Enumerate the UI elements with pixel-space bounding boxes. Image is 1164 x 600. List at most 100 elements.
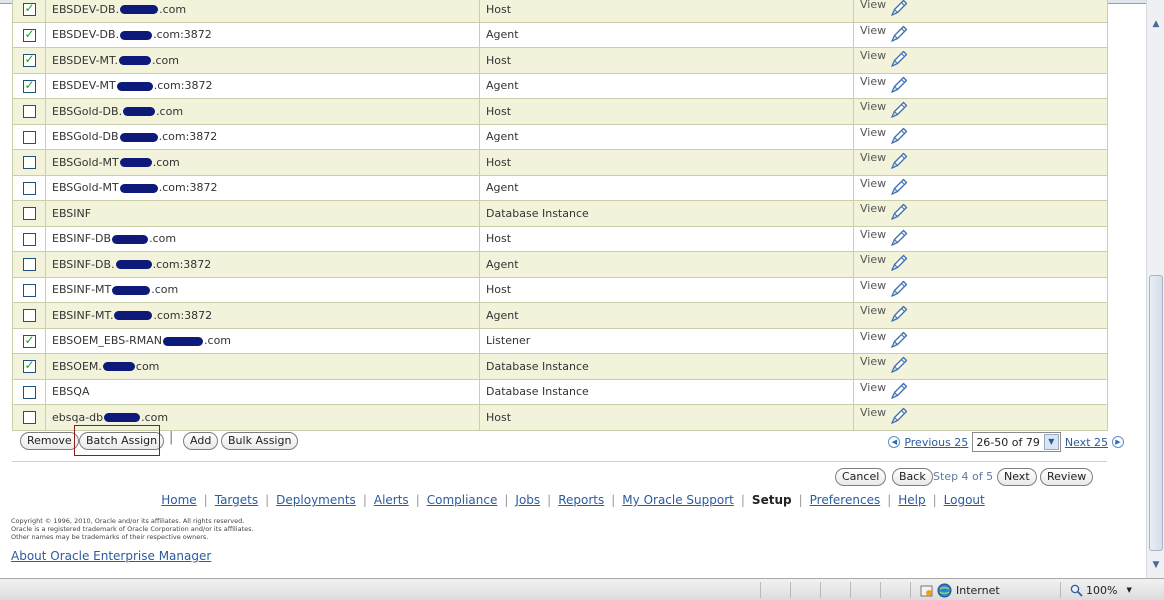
row-checkbox[interactable] bbox=[22, 358, 36, 373]
row-checkbox[interactable] bbox=[22, 385, 36, 399]
scroll-up-icon[interactable]: ▲ bbox=[1149, 17, 1163, 31]
view-link[interactable]: View bbox=[860, 151, 886, 164]
view-link[interactable]: View bbox=[860, 75, 886, 88]
view-cell: View bbox=[853, 98, 1108, 125]
row-checkbox[interactable] bbox=[22, 78, 36, 93]
scroll-thumb[interactable] bbox=[1149, 275, 1163, 551]
review-button[interactable]: Review bbox=[1040, 468, 1094, 486]
pencil-edit-icon[interactable] bbox=[886, 24, 909, 42]
pencil-edit-icon[interactable] bbox=[886, 126, 909, 144]
chevron-down-icon[interactable]: ▼ bbox=[1126, 586, 1131, 594]
row-checkbox[interactable] bbox=[22, 105, 36, 118]
previous-page-link[interactable]: Previous 25 bbox=[904, 436, 968, 449]
view-link[interactable]: View bbox=[860, 49, 886, 62]
target-name-cell: EBSDEV-MT. .com bbox=[45, 47, 480, 74]
select-cell bbox=[12, 200, 46, 227]
row-checkbox[interactable] bbox=[22, 27, 36, 42]
view-link[interactable]: View bbox=[860, 24, 886, 37]
target-name-cell: EBSGold-MT .com:3872 bbox=[45, 174, 480, 201]
bulk-assign-button[interactable]: Bulk Assign bbox=[221, 432, 299, 450]
view-link[interactable]: View bbox=[860, 279, 886, 292]
targets-table: EBSDEV-DB. .com Host View EBSDEV-DB. .com:387… bbox=[12, 0, 1108, 431]
target-name-suffix: .com:3872 bbox=[153, 308, 213, 322]
pencil-edit-icon[interactable] bbox=[886, 381, 909, 399]
row-checkbox[interactable] bbox=[22, 130, 36, 144]
row-checkbox[interactable] bbox=[22, 207, 36, 220]
view-link[interactable]: View bbox=[860, 177, 886, 190]
pencil-edit-icon[interactable] bbox=[886, 151, 909, 170]
nav-item-deployments[interactable]: Deployments bbox=[276, 493, 356, 507]
pencil-edit-icon[interactable] bbox=[886, 355, 909, 374]
pencil-edit-icon[interactable] bbox=[886, 253, 909, 272]
pencil-edit-icon[interactable] bbox=[886, 0, 909, 17]
view-link[interactable]: View bbox=[860, 381, 886, 394]
view-link[interactable]: View bbox=[860, 355, 886, 368]
pencil-edit-icon[interactable] bbox=[886, 75, 909, 93]
page-range-select[interactable]: 26-50 of 79 ▼ bbox=[972, 432, 1061, 452]
target-name-prefix: EBSGold-MT bbox=[52, 181, 119, 195]
target-type-cell: Host bbox=[479, 149, 854, 176]
row-checkbox[interactable] bbox=[22, 258, 36, 271]
view-link[interactable]: View bbox=[860, 0, 886, 11]
zoom-control[interactable]: 100% ▼ bbox=[1070, 582, 1132, 598]
table-row: EBSOEM_EBS-RMAN .com Listener View bbox=[12, 327, 1108, 354]
row-checkbox[interactable] bbox=[22, 232, 36, 246]
pencil-edit-icon[interactable] bbox=[886, 330, 909, 348]
table-row: EBSINF-MT. .com:3872 Agent View bbox=[12, 302, 1108, 329]
table-row: EBSGold-DB .com:3872 Agent View bbox=[12, 123, 1108, 150]
row-checkbox[interactable] bbox=[22, 156, 36, 169]
pencil-edit-icon[interactable] bbox=[886, 100, 909, 119]
vertical-scrollbar[interactable]: ▲ ▼ bbox=[1146, 0, 1164, 578]
nav-item-home[interactable]: Home bbox=[161, 493, 196, 507]
pencil-edit-icon[interactable] bbox=[886, 279, 909, 297]
view-link[interactable]: View bbox=[860, 228, 886, 241]
nav-item-alerts[interactable]: Alerts bbox=[374, 493, 409, 507]
view-link[interactable]: View bbox=[860, 406, 886, 419]
nav-item-reports[interactable]: Reports bbox=[558, 493, 604, 507]
chevron-down-icon[interactable]: ▼ bbox=[1043, 434, 1059, 450]
nav-item-targets[interactable]: Targets bbox=[215, 493, 258, 507]
view-link[interactable]: View bbox=[860, 304, 886, 317]
pencil-edit-icon[interactable] bbox=[886, 49, 909, 68]
pencil-edit-icon[interactable] bbox=[886, 406, 909, 425]
view-link[interactable]: View bbox=[860, 100, 886, 113]
pencil-edit-icon[interactable] bbox=[886, 228, 909, 246]
target-name-prefix: EBSINF-DB bbox=[52, 232, 112, 246]
pencil-edit-icon[interactable] bbox=[886, 177, 909, 195]
row-checkbox[interactable] bbox=[22, 333, 36, 348]
cancel-button[interactable]: Cancel bbox=[835, 468, 887, 486]
nav-item-jobs[interactable]: Jobs bbox=[515, 493, 540, 507]
redacted-text bbox=[104, 413, 141, 423]
next-button[interactable]: Next bbox=[997, 468, 1037, 486]
row-checkbox[interactable] bbox=[22, 309, 36, 322]
view-cell: View bbox=[853, 251, 1108, 278]
next-arrow-icon[interactable]: ▶ bbox=[1112, 436, 1124, 448]
nav-item-logout[interactable]: Logout bbox=[944, 493, 985, 507]
view-link[interactable]: View bbox=[860, 126, 886, 139]
row-checkbox[interactable] bbox=[22, 1, 36, 16]
row-checkbox[interactable] bbox=[22, 411, 36, 424]
security-zone[interactable]: Internet bbox=[920, 582, 1000, 598]
nav-item-preferences[interactable]: Preferences bbox=[810, 493, 881, 507]
nav-item-help[interactable]: Help bbox=[898, 493, 925, 507]
section-divider bbox=[12, 461, 1107, 462]
about-oem-link[interactable]: About Oracle Enterprise Manager bbox=[11, 549, 211, 563]
nav-item-my-oracle-support[interactable]: My Oracle Support bbox=[622, 493, 734, 507]
back-button[interactable]: Back bbox=[892, 468, 933, 486]
target-name-suffix: .com bbox=[159, 2, 187, 16]
view-link[interactable]: View bbox=[860, 202, 886, 215]
nav-item-compliance[interactable]: Compliance bbox=[427, 493, 498, 507]
remove-button[interactable]: Remove bbox=[20, 432, 79, 450]
view-link[interactable]: View bbox=[860, 330, 886, 343]
view-link[interactable]: View bbox=[860, 253, 886, 266]
pencil-edit-icon[interactable] bbox=[886, 202, 909, 221]
pencil-edit-icon[interactable] bbox=[886, 304, 909, 323]
scroll-down-icon[interactable]: ▼ bbox=[1149, 558, 1163, 572]
next-page-link[interactable]: Next 25 bbox=[1065, 436, 1108, 449]
previous-arrow-icon[interactable]: ◀ bbox=[888, 436, 901, 448]
row-checkbox[interactable] bbox=[22, 283, 36, 297]
row-checkbox[interactable] bbox=[22, 52, 36, 67]
target-type-cell: Database Instance bbox=[479, 378, 854, 405]
add-button[interactable]: Add bbox=[183, 432, 219, 450]
row-checkbox[interactable] bbox=[22, 181, 36, 195]
